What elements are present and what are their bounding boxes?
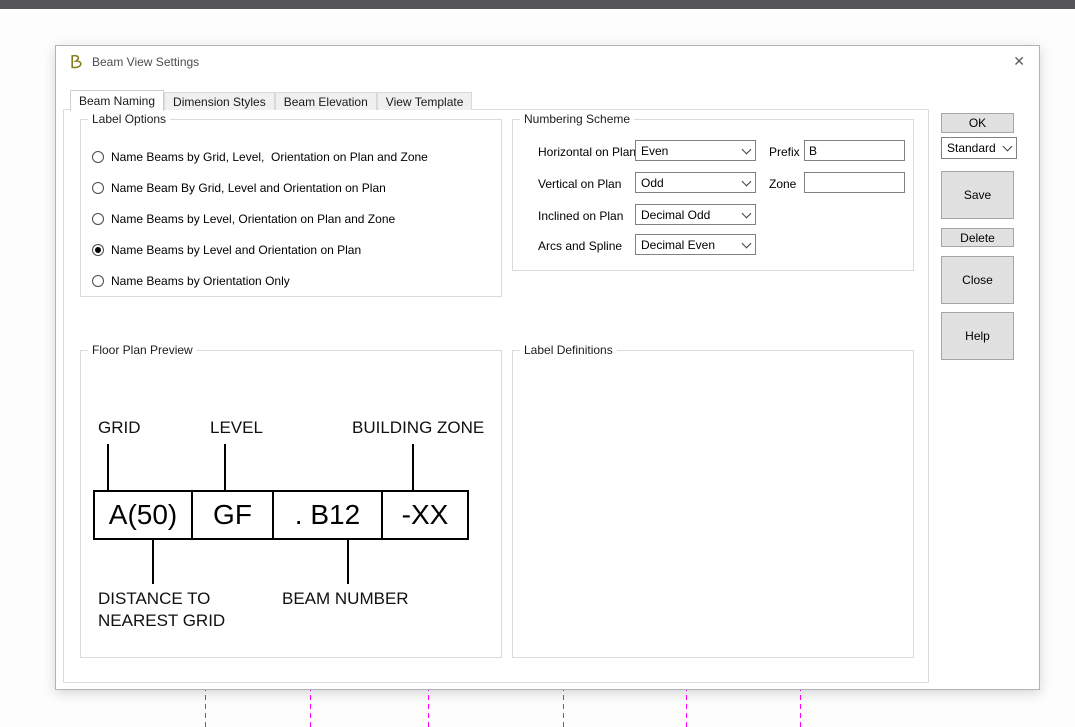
zone-label: Zone: [769, 177, 797, 191]
zone-input[interactable]: [804, 172, 905, 193]
beam-number-label: BEAM NUMBER: [282, 589, 409, 608]
radio-icon[interactable]: [92, 151, 104, 163]
help-button[interactable]: Help: [941, 312, 1014, 360]
beam-number-box: . B12: [272, 490, 383, 540]
field-label: Vertical on Plan: [538, 177, 622, 191]
radio-option-label: Name Beams by Orientation Only: [111, 274, 290, 288]
prefix-label: Prefix: [769, 145, 800, 159]
inclined-on-plan-combo[interactable]: Decimal Odd: [635, 204, 756, 225]
chevron-down-icon: [1002, 138, 1016, 158]
radio-option[interactable]: Name Beams by Grid, Level, Orientation o…: [92, 149, 428, 165]
dialog-title: Beam View Settings: [92, 55, 200, 69]
save-button[interactable]: Save: [941, 171, 1014, 219]
ok-button[interactable]: OK: [941, 113, 1014, 133]
numbering-scheme-group: Numbering Scheme Horizontal on Plan Even…: [512, 112, 914, 271]
radio-icon[interactable]: [92, 275, 104, 287]
floor-plan-preview-group: Floor Plan Preview GRID LEVEL BUILDING Z…: [80, 343, 502, 658]
field-label: Arcs and Spline: [538, 239, 623, 253]
zone-box: -XX: [381, 490, 469, 540]
tab-view-template[interactable]: View Template: [376, 92, 473, 110]
top-window-strip: [0, 0, 1075, 9]
beam-view-settings-dialog: Beam View Settings ✕ Beam Naming Dimensi…: [55, 45, 1040, 690]
chevron-down-icon: [741, 141, 755, 160]
group-title: Label Options: [88, 112, 171, 126]
connector-line: [107, 444, 109, 490]
label-definitions-group: Label Definitions: [512, 343, 914, 658]
distance-label-line2: NEAREST GRID: [98, 611, 226, 630]
connector-line: [347, 540, 349, 584]
chevron-down-icon: [741, 235, 755, 254]
level-box: GF: [191, 490, 274, 540]
horizontal-on-plan-combo[interactable]: Even: [635, 140, 756, 161]
app-icon: [68, 54, 84, 70]
grid-label: GRID: [98, 418, 141, 437]
desktop-background: Beam View Settings ✕ Beam Naming Dimensi…: [0, 0, 1075, 727]
tab-beam-naming[interactable]: Beam Naming: [70, 90, 165, 111]
group-title: Label Definitions: [520, 343, 617, 357]
level-label: LEVEL: [210, 418, 263, 437]
tab-page: Label Options Name Beams by Grid, Level,…: [63, 109, 929, 683]
chevron-down-icon: [741, 205, 755, 224]
label-options-group: Label Options Name Beams by Grid, Level,…: [80, 112, 502, 297]
radio-option[interactable]: Name Beams by Level, Orientation on Plan…: [92, 211, 395, 227]
delete-button[interactable]: Delete: [941, 228, 1014, 247]
field-label: Inclined on Plan: [538, 209, 624, 223]
preset-combo[interactable]: Standard: [941, 137, 1017, 159]
prefix-input[interactable]: [804, 140, 905, 161]
radio-option-label: Name Beam By Grid, Level and Orientation…: [111, 181, 386, 195]
grid-box: A(50): [93, 490, 193, 540]
building-zone-label: BUILDING ZONE: [352, 418, 485, 437]
arcs-and-spline-combo[interactable]: Decimal Even: [635, 234, 756, 255]
radio-option[interactable]: Name Beams by Level and Orientation on P…: [92, 242, 361, 258]
radio-icon[interactable]: [92, 182, 104, 194]
connector-line: [224, 444, 226, 490]
radio-option-label: Name Beams by Level and Orientation on P…: [111, 243, 362, 257]
group-title: Numbering Scheme: [520, 112, 635, 126]
chevron-down-icon: [741, 173, 755, 192]
connector-line: [152, 540, 154, 584]
radio-option[interactable]: Name Beams by Orientation Only: [92, 273, 290, 289]
label-format-boxes: A(50) GF . B12 -XX: [93, 490, 469, 540]
radio-option[interactable]: Name Beam By Grid, Level and Orientation…: [92, 180, 386, 196]
vertical-on-plan-combo[interactable]: Odd: [635, 172, 756, 193]
radio-icon[interactable]: [92, 213, 104, 225]
radio-option-label: Name Beams by Level, Orientation on Plan…: [111, 212, 396, 226]
radio-option-label: Name Beams by Grid, Level, Orientation o…: [111, 150, 428, 164]
distance-label-line1: DISTANCE TO: [98, 589, 211, 608]
group-title: Floor Plan Preview: [88, 343, 197, 357]
tab-beam-elevation[interactable]: Beam Elevation: [274, 92, 377, 110]
tab-strip: Beam Naming Dimension Styles Beam Elevat…: [70, 90, 473, 111]
tab-dimension-styles[interactable]: Dimension Styles: [164, 92, 275, 110]
close-dialog-button[interactable]: Close: [941, 256, 1014, 304]
close-button[interactable]: ✕: [1013, 53, 1025, 70]
field-label: Horizontal on Plan: [538, 145, 637, 159]
connector-line: [412, 444, 414, 490]
dialog-titlebar: Beam View Settings ✕: [56, 46, 1039, 78]
radio-icon[interactable]: [92, 244, 104, 256]
